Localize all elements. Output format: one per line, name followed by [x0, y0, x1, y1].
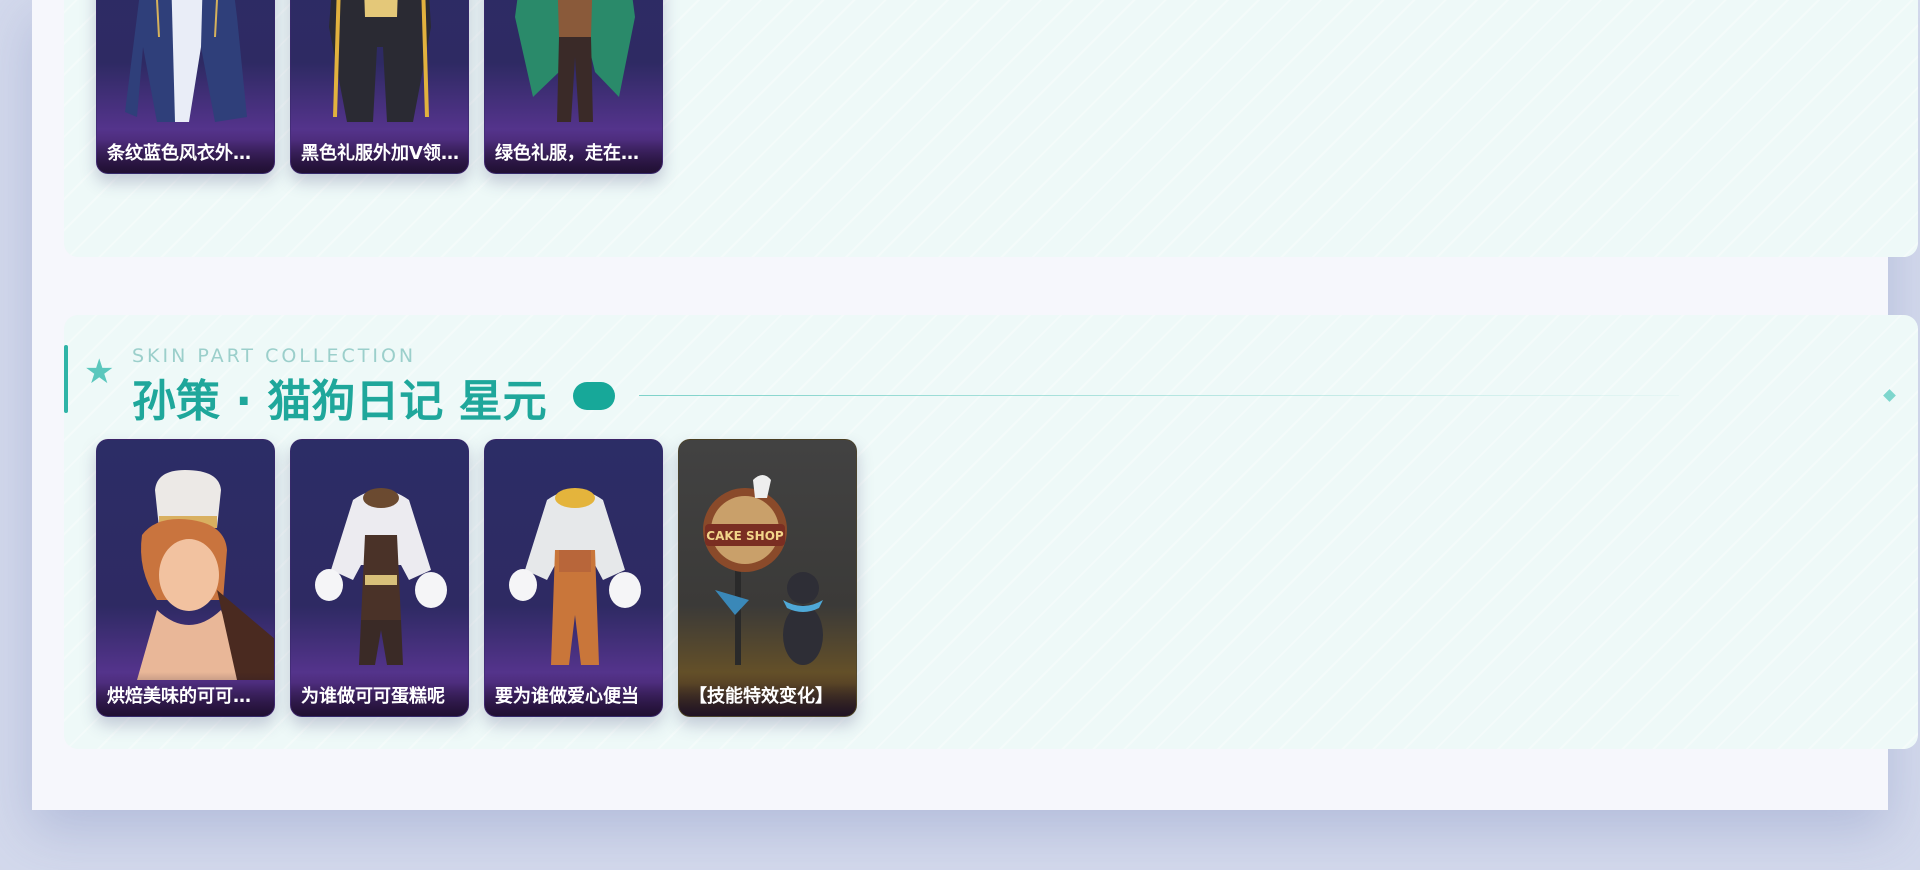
outfit-black-suit-gold-image: [329, 0, 431, 122]
skin-card-caption: 烘焙美味的可可蛋糕: [97, 672, 274, 716]
cake-shop-dog-sign-image: CAKE SHOP: [703, 475, 823, 665]
skin-card[interactable]: 为谁做可可蛋糕呢: [290, 439, 469, 717]
skin-card-label: 为谁做可可蛋糕呢: [301, 686, 445, 707]
skin-card-label: 烘焙美味的可可蛋糕: [107, 686, 267, 707]
skin-card-label: 绿色礼服，走在时尚前沿: [495, 143, 655, 164]
title-badge: [573, 382, 615, 410]
skin-card-label: 要为谁做爱心便当: [495, 686, 639, 707]
skin-card[interactable]: 条纹蓝色风衣外套，搭配马甲衬衫: [96, 0, 275, 174]
star-icon: ★: [84, 352, 115, 392]
skin-card[interactable]: 要为谁做爱心便当: [484, 439, 663, 717]
outfit-chocolate-apron-image: [315, 488, 447, 665]
outfit-green-suit-image: [515, 0, 635, 122]
skin-section-previous: 条纹蓝色风衣外套，搭配马甲衬衫 黑色礼服外加V领马甲 绿色礼服，走在: [64, 0, 1918, 257]
divider-end-dot: [1883, 389, 1896, 402]
skin-card-caption: 黑色礼服外加V领马甲: [291, 129, 468, 173]
skin-card[interactable]: 烘焙美味的可可蛋糕: [96, 439, 275, 717]
skin-card-caption: 绿色礼服，走在时尚前沿: [485, 129, 662, 173]
skin-section-sunce-cat-dog: ★ SKIN PART COLLECTION 孙策 · 猫狗日记 星元 烘焙美味…: [64, 315, 1918, 749]
head-chef-hat-image: [137, 470, 274, 680]
skin-card-label: 黑色礼服外加V领马甲: [301, 143, 461, 164]
section-title: 孙策 · 猫狗日记 星元: [132, 376, 547, 427]
section-header: ★ SKIN PART COLLECTION 孙策 · 猫狗日记 星元: [64, 345, 1918, 427]
skin-card-caption: 要为谁做爱心便当: [485, 672, 662, 716]
skin-card-caption: 为谁做可可蛋糕呢: [291, 672, 468, 716]
skin-card-label: 【技能特效变化】: [689, 686, 833, 707]
header-accent-bar: [64, 345, 68, 413]
skin-card[interactable]: CAKE SHOP 【技能特效变化】: [678, 439, 857, 717]
svg-text:CAKE SHOP: CAKE SHOP: [706, 529, 784, 543]
outfit-blue-striped-coat-image: [125, 0, 247, 122]
section-eyebrow: SKIN PART COLLECTION: [132, 345, 417, 367]
outfit-orange-overalls-image: [509, 488, 641, 665]
page-panel: 条纹蓝色风衣外套，搭配马甲衬衫 黑色礼服外加V领马甲 绿色礼服，走在: [32, 0, 1918, 810]
skin-card[interactable]: 黑色礼服外加V领马甲: [290, 0, 469, 174]
skin-card-label: 条纹蓝色风衣外套，搭配马甲衬衫: [107, 143, 267, 164]
skin-card-caption: 条纹蓝色风衣外套，搭配马甲衬衫: [97, 129, 274, 173]
skin-card-caption: 【技能特效变化】: [679, 672, 856, 716]
skin-card[interactable]: 绿色礼服，走在时尚前沿: [484, 0, 663, 174]
header-divider: [639, 395, 1679, 396]
